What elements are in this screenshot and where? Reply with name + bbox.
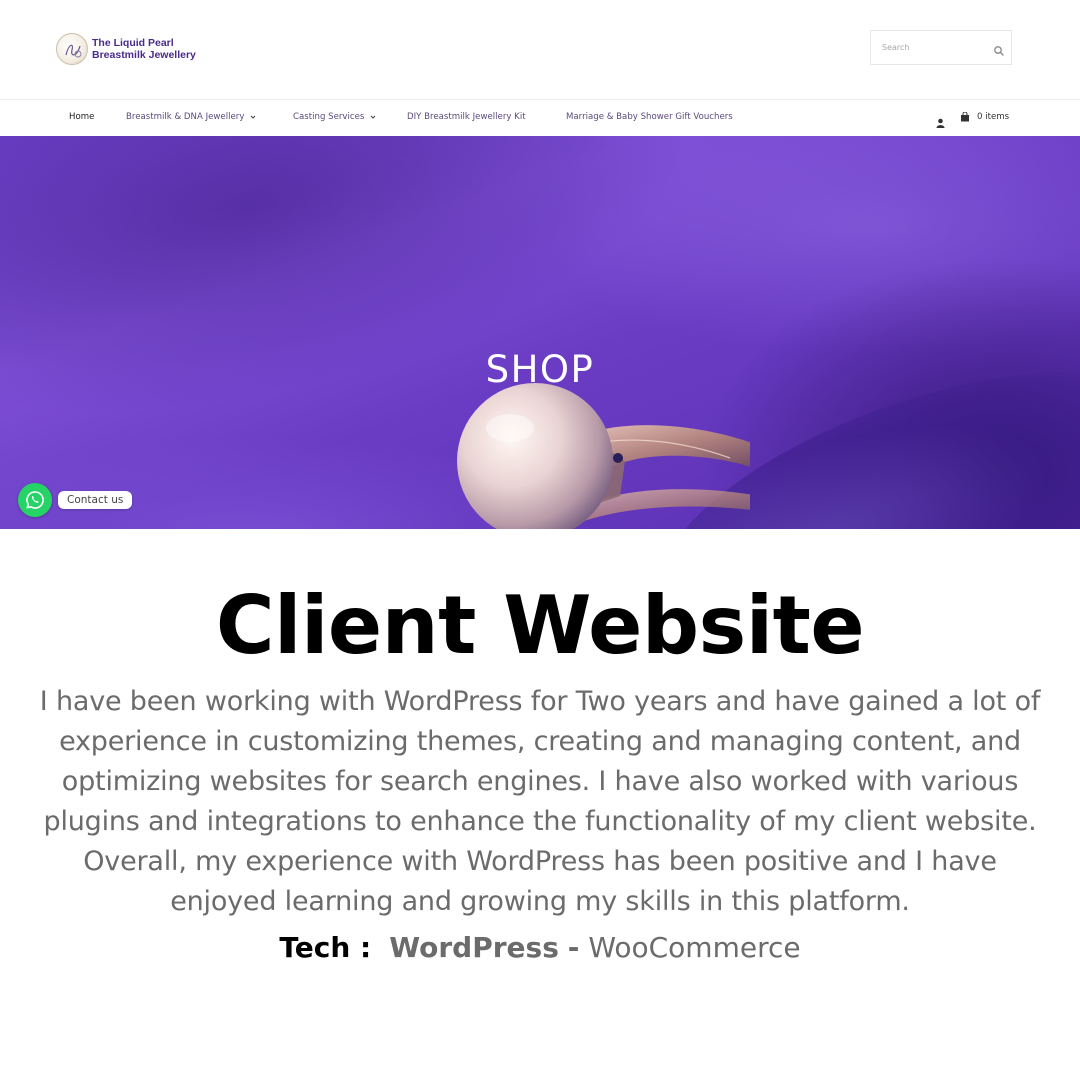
pearl-logo-icon xyxy=(56,33,88,65)
brand-name: The Liquid Pearl Breastmilk Jewellery xyxy=(92,37,196,61)
description-line: enjoyed learning and growing my skills i… xyxy=(170,886,910,917)
tech-woocommerce: WooCommerce xyxy=(588,931,801,964)
contact-us-label: Contact us xyxy=(58,491,133,509)
brand-name-line2: Breastmilk Jewellery xyxy=(92,49,196,61)
hero-title: SHOP xyxy=(485,348,595,391)
description-paragraph: I have been working with WordPress for T… xyxy=(20,682,1060,922)
nav-item-label: Casting Services xyxy=(293,112,365,122)
nav-item-home[interactable]: Home xyxy=(69,112,94,122)
cart-count: 0 items xyxy=(977,112,1010,122)
brand-name-line1: The Liquid Pearl xyxy=(92,37,174,49)
chevron-down-icon xyxy=(251,115,256,119)
shopping-bag-icon xyxy=(961,112,969,122)
search-input[interactable] xyxy=(871,31,989,64)
description-line: experience in customizing themes, creati… xyxy=(59,726,1021,757)
tech-label: Tech : xyxy=(279,931,372,964)
main-navigation: Home Breastmilk & DNA Jewellery Casting … xyxy=(0,101,1080,136)
search-box xyxy=(870,30,1012,65)
section-heading: Client Website xyxy=(215,579,865,672)
cart-link[interactable]: 0 items xyxy=(960,112,1009,122)
search-icon[interactable] xyxy=(993,42,1005,56)
description-line: I have been working with WordPress for T… xyxy=(39,686,1041,717)
description-line: Overall, my experience with WordPress ha… xyxy=(83,846,997,877)
nav-item-gift-vouchers[interactable]: Marriage & Baby Shower Gift Vouchers xyxy=(566,112,733,122)
tech-stack: Tech : WordPress - WooCommerce xyxy=(0,928,1080,968)
nav-item-label: Breastmilk & DNA Jewellery xyxy=(126,112,245,122)
description-line: optimizing websites for search engines. … xyxy=(61,766,1019,797)
nav-item-label: Home xyxy=(69,112,95,122)
nav-item-casting-services[interactable]: Casting Services xyxy=(293,112,376,122)
shop-hero-banner: SHOP xyxy=(0,136,1080,529)
nav-item-label: Marriage & Baby Shower Gift Vouchers xyxy=(566,112,733,122)
site-header: The Liquid Pearl Breastmilk Jewellery xyxy=(0,0,1080,100)
chevron-down-icon xyxy=(371,115,376,119)
description-line: plugins and integrations to enhance the … xyxy=(43,806,1037,837)
whatsapp-icon xyxy=(18,483,52,517)
tech-wordpress: WordPress xyxy=(389,931,559,964)
nav-item-diy-kit[interactable]: DIY Breastmilk Jewellery Kit xyxy=(407,112,526,122)
whatsapp-contact-button[interactable]: Contact us xyxy=(18,483,133,517)
nav-item-label: DIY Breastmilk Jewellery Kit xyxy=(407,112,526,122)
site-logo-link[interactable]: The Liquid Pearl Breastmilk Jewellery xyxy=(56,33,196,65)
tech-separator: - xyxy=(567,931,580,964)
nav-item-breastmilk-dna-jewellery[interactable]: Breastmilk & DNA Jewellery xyxy=(126,112,256,122)
user-icon[interactable] xyxy=(936,113,945,128)
